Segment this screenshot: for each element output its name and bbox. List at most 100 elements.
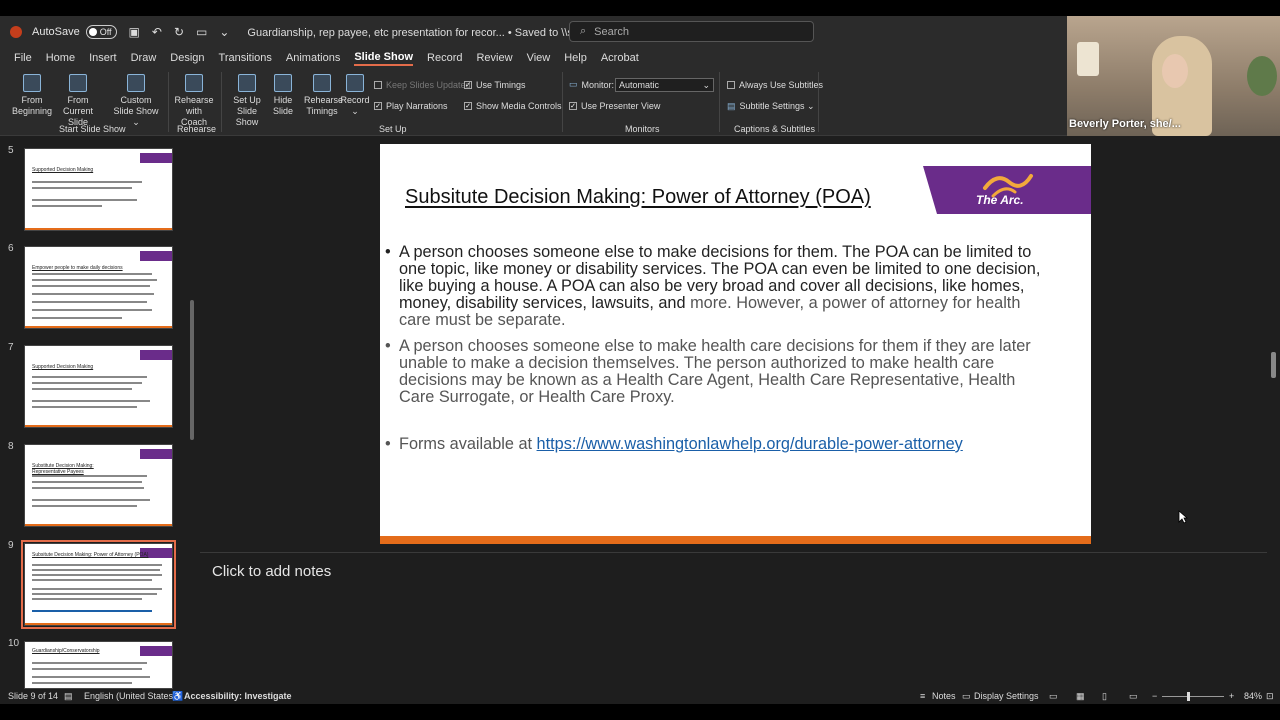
text-line [32,187,132,189]
slide-title[interactable]: Subsitute Decision Making: Power of Atto… [405,186,871,209]
tab-insert[interactable]: Insert [89,52,117,64]
scrollbar-thumb[interactable] [1271,352,1276,378]
zoom-level[interactable]: 84% [1244,691,1262,701]
search-input[interactable]: ⌕ Search [569,21,814,42]
text-line [32,588,162,590]
thumbnail-footer-bar [25,228,172,230]
slide-thumbnail[interactable]: Supported Decision Making [24,345,173,428]
notes-icon: ≡ [920,691,926,701]
use-presenter-view-checkbox[interactable]: ✓ Use Presenter View [569,101,660,111]
text-line [32,406,137,408]
show-media-label: Show Media Controls [476,101,562,111]
keep-slides-updated-checkbox[interactable]: Keep Slides Updated [374,80,471,90]
tab-draw[interactable]: Draw [131,52,157,64]
text-line [32,487,144,489]
text-line [32,569,160,571]
slide-scrollbar[interactable] [1267,136,1280,552]
custom-slide-show-button[interactable]: Custom Slide Show ⌄ [110,74,162,128]
play-narrations-checkbox[interactable]: ✓ Play Narrations [374,101,448,111]
use-timings-label: Use Timings [476,80,526,90]
tab-file[interactable]: File [14,52,32,64]
present-icon[interactable]: ▭ [196,25,207,39]
forms-link[interactable]: https://www.washingtonlawhelp.org/durabl… [537,435,963,453]
reading-view-icon[interactable]: ▯ [1102,691,1107,702]
lamp-shape [1077,42,1099,76]
from-beginning-button[interactable]: From Beginning [10,74,54,117]
setup-label: Set Up Slide Show [233,95,261,127]
rehearse-with-coach-button[interactable]: Rehearse with Coach [172,74,216,128]
divider [562,72,563,132]
text-line [32,181,142,183]
text-line [32,499,150,501]
notes-placeholder[interactable]: Click to add notes [212,563,331,580]
slide-thumbnail[interactable]: Supported Decision Making [24,148,173,231]
zoom-in-icon[interactable]: + [1229,691,1234,701]
plant-shape [1247,56,1277,96]
divider [168,72,169,132]
arc-logo-mini [140,449,172,459]
tab-acrobat[interactable]: Acrobat [601,52,639,64]
rehearse-timings-button[interactable]: Rehearse Timings [304,74,343,117]
tab-design[interactable]: Design [170,52,204,64]
arc-logo-mini [140,153,172,163]
thumbnail-title: Supported Decision Making [32,167,94,173]
thumbnail-title: Substitute Decision Making: Representati… [32,463,94,475]
show-media-controls-checkbox[interactable]: ✓ Show Media Controls [464,101,562,111]
bullet-list[interactable]: A person chooses someone else to make de… [385,244,1050,462]
slide-sorter-icon[interactable]: ▦ [1076,691,1085,702]
fit-to-window-icon[interactable]: ⊡ [1266,691,1274,702]
tab-record[interactable]: Record [427,52,462,64]
undo-icon[interactable]: ↶ [152,25,162,39]
slide-thumbnail[interactable]: Substitute Decision Making: Representati… [24,444,173,527]
slide-thumbnail[interactable]: Guardianship/Conservatorship [24,641,173,689]
use-timings-checkbox[interactable]: ✓ Use Timings [464,80,526,90]
tab-transitions[interactable]: Transitions [219,52,272,64]
save-icon[interactable]: ▣ [129,25,140,39]
spelling-icon[interactable]: ▤ [64,691,73,702]
redo-icon[interactable]: ↻ [174,25,184,39]
arc-logo-mini [140,646,172,656]
set-up-slide-show-button[interactable]: Set Up Slide Show [226,74,268,128]
tab-animations[interactable]: Animations [286,52,340,64]
custom-show-icon [127,74,145,92]
tab-home[interactable]: Home [46,52,75,64]
monitor-select[interactable]: Automatic ⌄ [615,78,714,92]
bullet-item: Forms available at https://www.washingto… [385,435,1050,454]
zoom-out-icon[interactable]: − [1152,691,1157,701]
autosave-toggle[interactable]: Off [85,25,117,39]
tab-help[interactable]: Help [564,52,587,64]
display-settings-button[interactable]: Display Settings [974,691,1039,701]
thumbnail-number: 5 [8,145,14,156]
customize-toolbar-icon[interactable]: ⌄ [219,25,229,39]
language-indicator[interactable]: English (United States) [84,691,176,701]
text-line [32,676,150,678]
coach-icon [185,74,203,92]
slide-thumbnail-selected[interactable]: Subsitute Decision Making: Power of Atto… [21,540,176,629]
divider [719,72,720,132]
text-line [32,400,150,402]
hide-slide-button[interactable]: Hide Slide [270,74,296,117]
current-slide[interactable]: Subsitute Decision Making: Power of Atto… [380,144,1091,544]
slide-thumbnail[interactable]: Empower people to make daily decisions [24,246,173,329]
from-current-slide-button[interactable]: From Current Slide [56,74,100,128]
tab-review[interactable]: Review [476,52,512,64]
notes-button[interactable]: Notes [932,691,956,701]
text-line [32,475,147,477]
record-button[interactable]: Record ⌄ [340,74,370,117]
slideshow-view-icon[interactable]: ▭ [1129,691,1138,702]
text-line [32,199,137,201]
always-use-subtitles-checkbox[interactable]: Always Use Subtitles [727,80,823,90]
scrollbar-thumb[interactable] [190,300,194,440]
subtitles-icon: ▤ [727,101,736,111]
zoom-slider[interactable] [1162,696,1224,697]
tab-slide-show[interactable]: Slide Show [354,51,414,66]
normal-view-icon[interactable]: ▭ [1049,691,1058,702]
search-icon: ⌕ [580,25,587,37]
thumbnail-scrollbar[interactable] [189,140,195,686]
bottom-strip [0,704,1280,720]
notes-pane[interactable]: Click to add notes [200,552,1267,689]
accessibility-status[interactable]: Accessibility: Investigate [184,691,292,701]
subtitle-settings-button[interactable]: ▤ Subtitle Settings ⌄ [727,101,815,112]
tab-view[interactable]: View [527,52,551,64]
zoom-slider-thumb[interactable] [1187,692,1190,701]
